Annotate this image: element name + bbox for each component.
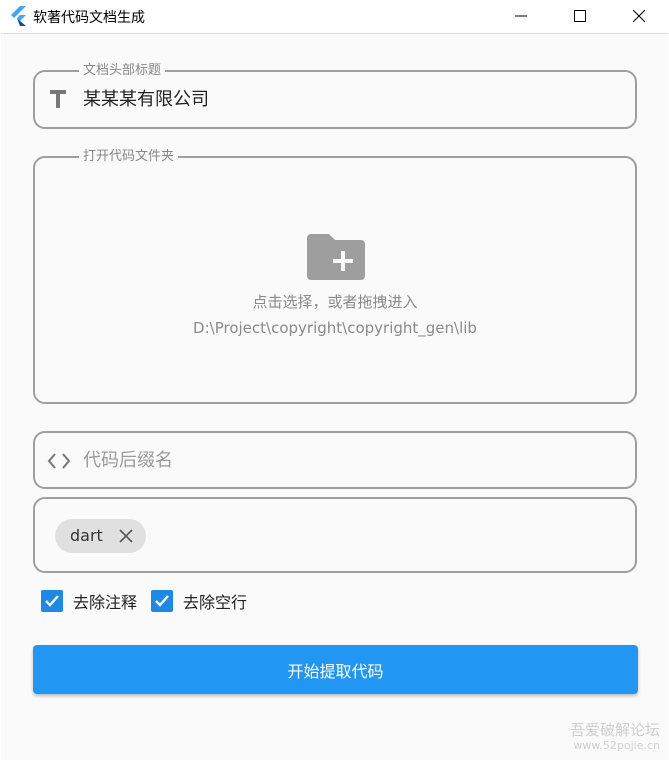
options-row: 去除注释 去除空行 (41, 589, 441, 613)
folder-hint-text: 点击选择，或者拖拽进入 (252, 293, 418, 311)
suffix-chip[interactable]: dart (55, 519, 146, 553)
document-title-label: 文档头部标题 (79, 63, 166, 79)
folder-add-icon[interactable] (307, 234, 365, 280)
checkmark-icon (155, 595, 169, 607)
maximize-icon (574, 10, 586, 22)
remove-blank-lines-label: 去除空行 (183, 593, 248, 612)
remove-blank-lines-checkbox[interactable] (151, 590, 173, 612)
suffix-chips-container: dart (33, 497, 637, 573)
remove-comments-label: 去除注释 (73, 593, 138, 612)
chip-delete-icon[interactable] (119, 529, 133, 543)
watermark-text: 吾爱破解论坛 (569, 721, 660, 739)
maximize-button[interactable] (551, 0, 609, 32)
text-icon (50, 90, 66, 108)
folder-path-text: D:\Project\copyright\copyright_gen\lib (193, 319, 477, 337)
watermark-url: www.52pojie.cn (573, 739, 660, 752)
code-suffix-field[interactable] (33, 431, 637, 489)
remove-comments-option[interactable]: 去除注释 (41, 589, 137, 613)
flutter-logo-icon (11, 6, 26, 26)
code-suffix-input[interactable] (83, 446, 583, 474)
suffix-chip-label: dart (70, 526, 103, 545)
start-extract-button[interactable]: 开始提取代码 (33, 645, 638, 694)
code-icon (47, 453, 71, 469)
document-title-field[interactable]: 文档头部标题 某某某有限公司 (33, 63, 637, 129)
minimize-button[interactable] (492, 0, 550, 32)
close-button[interactable] (610, 0, 668, 32)
remove-blank-lines-option[interactable]: 去除空行 (151, 589, 247, 613)
close-icon (633, 10, 645, 22)
watermark: 吾爱破解论坛 www.52pojie.cn (570, 721, 660, 752)
minimize-icon (515, 15, 527, 17)
remove-comments-checkbox[interactable] (41, 590, 63, 612)
main-content: 文档头部标题 某某某有限公司 打开代码文件夹 点击选择，或者拖拽进入 D:\Pr… (1, 33, 668, 760)
open-folder-dropzone[interactable]: 打开代码文件夹 点击选择，或者拖拽进入 D:\Project\copyright… (33, 149, 637, 404)
checkmark-icon (45, 595, 59, 607)
window-title: 软著代码文档生成 (33, 10, 145, 26)
title-bar: 软著代码文档生成 (0, 0, 669, 32)
document-title-value[interactable]: 某某某有限公司 (83, 88, 209, 112)
open-folder-label: 打开代码文件夹 (79, 149, 179, 165)
